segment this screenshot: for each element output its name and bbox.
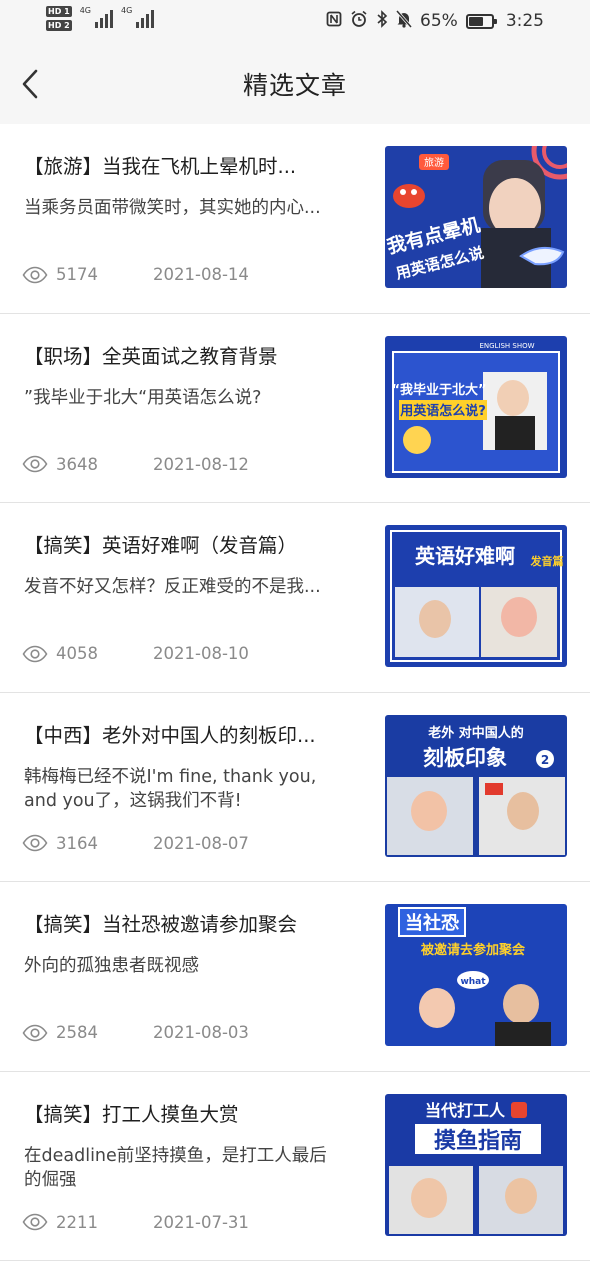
eye-icon: [22, 266, 48, 284]
eye-icon: [22, 455, 48, 473]
thumbnail-headline: “我毕业于北大”: [391, 382, 486, 398]
view-count: 5174: [56, 265, 98, 284]
status-icons: 65% 3:25: [326, 10, 544, 32]
article-desc: 发音不好又怎样？反正难受的不是我...: [24, 577, 321, 597]
publish-date: 2021-07-31: [153, 1212, 249, 1232]
publish-date: 2021-08-10: [153, 644, 249, 663]
article-title: 【搞笑】打工人摸鱼大赏: [24, 1102, 239, 1126]
thumbnail-subhead: 刻板印象: [423, 746, 507, 770]
article-meta: 2584 2021-08-03: [22, 1023, 249, 1042]
eye-icon: [22, 834, 48, 852]
article-title: 【搞笑】英语好难啊（发音篇）: [24, 534, 298, 557]
battery-percent: 65%: [420, 11, 458, 31]
thumbnail-subhead: 发音篇: [530, 554, 564, 568]
eye-icon: [22, 645, 48, 663]
article-desc: ”我毕业于北大“用英语怎么说?: [24, 387, 262, 408]
thumbnail-headline: 当社恐: [405, 912, 459, 934]
thumbnail-tag: ENGLISH SHOW: [479, 342, 534, 350]
article-thumbnail: 英语好难啊 发音篇: [385, 525, 567, 667]
article-meta: 4058 2021-08-10: [22, 644, 249, 663]
mute-bell-icon: [395, 10, 413, 32]
signal-1-icon: 4G: [80, 6, 113, 28]
thumbnail-tag: 2: [541, 753, 549, 767]
article-item[interactable]: 【搞笑】打工人摸鱼大赏 在deadline前坚持摸鱼，是打工人最后的倔强 221…: [0, 1072, 590, 1261]
article-thumbnail: 当社恐 被邀请去参加聚会 what: [385, 904, 567, 1046]
thumbnail-tag: what: [460, 977, 486, 987]
nav-bar: 精选文章: [0, 44, 590, 124]
article-title: 【搞笑】当社恐被邀请参加聚会: [24, 913, 298, 936]
article-meta: 5174 2021-08-14: [22, 265, 249, 284]
article-item[interactable]: 【搞笑】英语好难啊（发音篇） 发音不好又怎样？反正难受的不是我... 4058 …: [0, 503, 590, 693]
thumbnail-tag: 旅游: [424, 156, 444, 169]
article-item[interactable]: 【旅游】当我在飞机上晕机时... 当乘务员面带微笑时，其实她的内心... 517…: [0, 124, 590, 314]
view-count: 4058: [56, 644, 98, 663]
publish-date: 2021-08-07: [153, 833, 249, 853]
publish-date: 2021-08-12: [153, 454, 249, 474]
hd2-badge: HD 2: [46, 20, 72, 31]
article-thumbnail: 老外 对中国人的 刻板印象 2: [385, 714, 567, 857]
view-count: 2584: [56, 1023, 98, 1042]
article-list: 【旅游】当我在飞机上晕机时... 当乘务员面带微笑时，其实她的内心... 517…: [0, 124, 590, 1261]
thumbnail-subhead: 被邀请去参加聚会: [420, 942, 526, 958]
battery-icon: [465, 13, 497, 29]
article-title: 【中西】老外对中国人的刻板印...: [24, 723, 316, 747]
article-thumbnail: 旅游 我有点晕机 用英语怎么说: [385, 146, 567, 288]
clock: 3:25: [505, 11, 544, 31]
publish-date: 2021-08-14: [153, 265, 249, 284]
view-count: 3164: [56, 833, 98, 853]
page-title: 精选文章: [242, 71, 347, 100]
article-thumbnail: 当代打工人 摸鱼指南: [385, 1093, 567, 1236]
article-item[interactable]: 【中西】老外对中国人的刻板印... 韩梅梅已经不说I'm fine, thank…: [0, 693, 590, 882]
signal-2-icon: 4G: [121, 6, 155, 28]
view-count: 3648: [56, 454, 98, 474]
publish-date: 2021-08-03: [153, 1023, 249, 1042]
article-title: 【职场】全英面试之教育背景: [24, 344, 278, 368]
article-thumbnail: ENGLISH SHOW “我毕业于北大” 用英语怎么说?: [385, 335, 567, 478]
article-meta: 3648 2021-08-12: [22, 455, 249, 474]
article-desc: 外向的孤独患者既视感: [24, 956, 199, 976]
chevron-left-icon: [22, 69, 38, 99]
view-count: 2211: [56, 1212, 98, 1232]
alarm-icon: [350, 10, 368, 32]
article-desc: 当乘务员面带微笑时，其实她的内心...: [24, 198, 321, 218]
back-button[interactable]: [10, 64, 50, 104]
status-bar: HD 1 HD 2 4G 4G 65% 3:25: [0, 0, 590, 44]
eye-icon: [22, 1024, 48, 1042]
article-item[interactable]: 【搞笑】当社恐被邀请参加聚会 外向的孤独患者既视感 2584 2021-08-0…: [0, 882, 590, 1072]
thumbnail-subhead: 用英语怎么说?: [399, 403, 486, 419]
eye-icon: [22, 1213, 48, 1231]
thumbnail-headline: 英语好难啊: [415, 544, 515, 568]
list-bottom-spacer: [0, 1261, 590, 1278]
article-desc: 在deadline前坚持摸鱼，是打工人最后的倔强: [24, 1145, 327, 1190]
hd1-badge: HD 1: [46, 6, 72, 17]
nfc-icon: [326, 11, 342, 31]
signal-group: HD 1 HD 2 4G 4G: [46, 6, 155, 31]
article-meta: 2211 2021-07-31: [22, 1213, 249, 1232]
thumbnail-headline: 老外 对中国人的: [427, 725, 524, 741]
thumbnail-headline: 当代打工人: [425, 1101, 506, 1120]
thumbnail-subhead: 摸鱼指南: [434, 1128, 522, 1154]
article-meta: 3164 2021-08-07: [22, 834, 249, 853]
article-title: 【旅游】当我在飞机上晕机时...: [24, 155, 297, 178]
article-item[interactable]: 【职场】全英面试之教育背景 ”我毕业于北大“用英语怎么说? 3648 2021-…: [0, 314, 590, 503]
bluetooth-icon: [376, 10, 388, 32]
article-desc: 韩梅梅已经不说I'm fine, thank you, and you了，这锅我…: [24, 766, 317, 811]
